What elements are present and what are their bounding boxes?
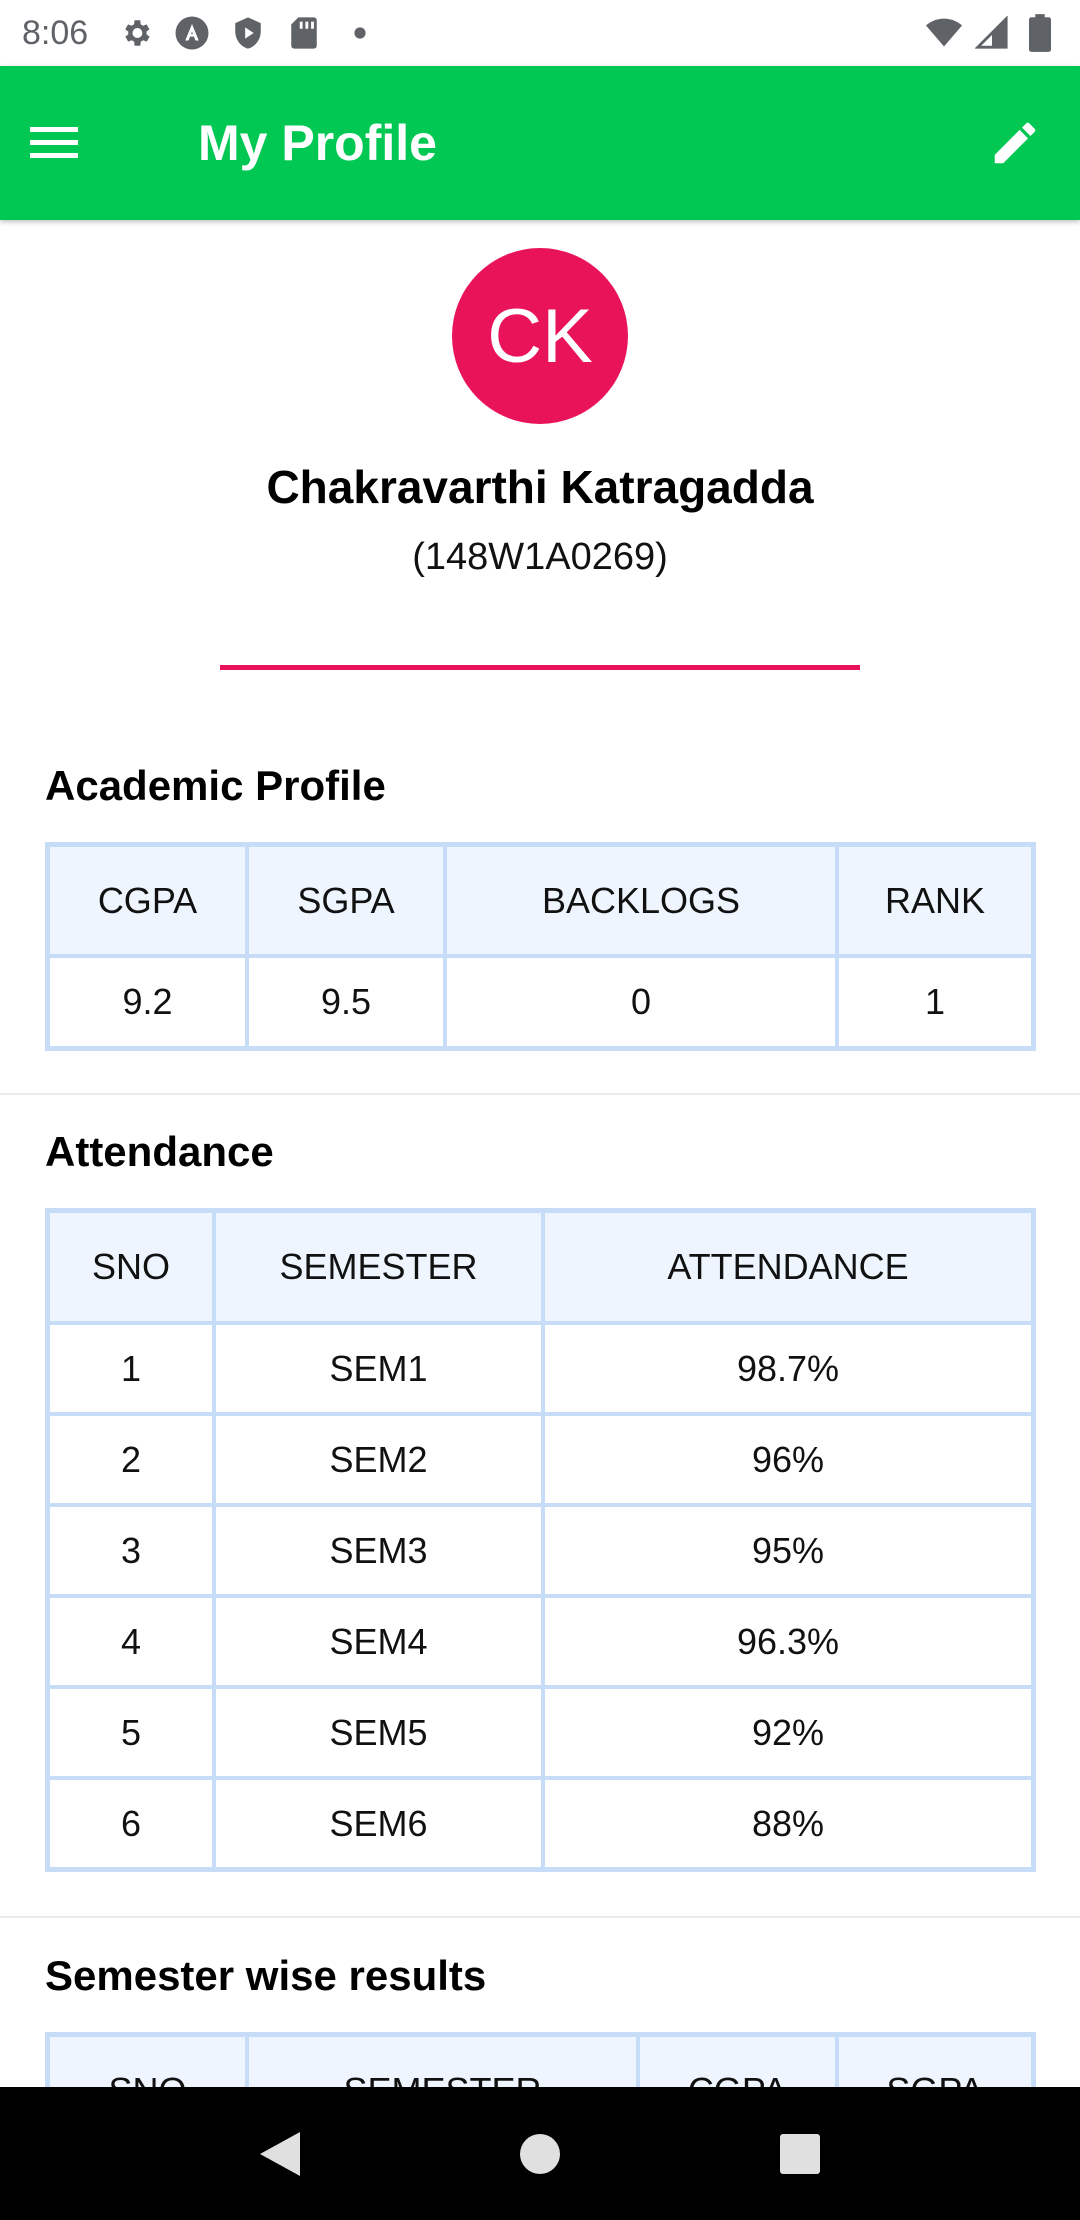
- cell-sno: 6: [48, 1778, 214, 1869]
- table-row: 3 SEM3 95%: [48, 1505, 1033, 1596]
- header-cell: SNO: [48, 1211, 214, 1323]
- battery-icon: [1022, 14, 1058, 52]
- cell-semester: SEM3: [214, 1505, 543, 1596]
- cell-sno: 1: [48, 1323, 214, 1414]
- cell-semester: SEM2: [214, 1414, 543, 1505]
- edit-profile-button[interactable]: [950, 66, 1080, 220]
- header-cell: ATTENDANCE: [543, 1211, 1033, 1323]
- back-button[interactable]: [250, 2124, 310, 2184]
- home-button[interactable]: [510, 2124, 570, 2184]
- section-divider: [0, 1916, 1080, 1918]
- cell-attendance: 88%: [543, 1778, 1033, 1869]
- status-bar: 8:06: [0, 0, 1080, 66]
- header-cell: SGPA: [247, 845, 445, 956]
- cell-semester: SEM6: [214, 1778, 543, 1869]
- table-row: 4 SEM4 96.3%: [48, 1596, 1033, 1687]
- academic-profile-title: Academic Profile: [45, 762, 386, 809]
- backlogs-value: 0: [445, 956, 837, 1048]
- header-cell: RANK: [837, 845, 1033, 956]
- status-time: 8:06: [22, 13, 89, 52]
- cell-sno: 5: [48, 1687, 214, 1778]
- table-row: 2 SEM2 96%: [48, 1414, 1033, 1505]
- semester-results-title: Semester wise results: [45, 1952, 487, 1999]
- table-row: 5 SEM5 92%: [48, 1687, 1033, 1778]
- cell-sno: 2: [48, 1414, 214, 1505]
- academic-profile-table: CGPA SGPA BACKLOGS RANK 9.2 9.5 0 1: [45, 842, 1036, 1051]
- menu-button[interactable]: [0, 66, 108, 220]
- cgpa-value: 9.2: [48, 956, 247, 1048]
- cell-attendance: 96.3%: [543, 1596, 1033, 1687]
- app-bar: My Profile: [0, 66, 1080, 220]
- header-cell: BACKLOGS: [445, 845, 837, 956]
- recents-button[interactable]: [770, 2124, 830, 2184]
- back-icon: [260, 2131, 300, 2176]
- table-row: 9.2 9.5 0 1: [48, 956, 1033, 1048]
- sd-card-icon: [286, 15, 322, 51]
- settings-icon: [118, 15, 154, 51]
- sgpa-value: 9.5: [247, 956, 445, 1048]
- cell-sno: 4: [48, 1596, 214, 1687]
- attendance-title: Attendance: [45, 1128, 274, 1175]
- pencil-edit-icon: [994, 122, 1036, 164]
- table-row: 6 SEM6 88%: [48, 1778, 1033, 1869]
- hamburger-menu-icon: [30, 127, 78, 158]
- table-header-row: SNO SEMESTER ATTENDANCE: [48, 1211, 1033, 1323]
- cell-attendance: 95%: [543, 1505, 1033, 1596]
- dot-icon: [342, 15, 378, 51]
- header-cell: SEMESTER: [214, 1211, 543, 1323]
- profile-id: (148W1A0269): [412, 536, 668, 578]
- section-divider: [0, 1093, 1080, 1095]
- header-cell: CGPA: [48, 845, 247, 956]
- cell-attendance: 96%: [543, 1414, 1033, 1505]
- profile-divider: [220, 665, 860, 670]
- a-circle-icon: [174, 15, 210, 51]
- cell-attendance: 98.7%: [543, 1323, 1033, 1414]
- rank-value: 1: [837, 956, 1033, 1048]
- system-nav-bar: [0, 2087, 1080, 2220]
- shield-play-icon: [230, 15, 266, 51]
- table-header-row: CGPA SGPA BACKLOGS RANK: [48, 845, 1033, 956]
- avatar: CK: [452, 248, 628, 424]
- page-title: My Profile: [198, 115, 437, 171]
- signal-icon: [974, 15, 1010, 51]
- cell-attendance: 92%: [543, 1687, 1033, 1778]
- cell-sno: 3: [48, 1505, 214, 1596]
- home-icon: [520, 2133, 560, 2174]
- profile-name: Chakravarthi Katragadda: [266, 461, 814, 513]
- cell-semester: SEM4: [214, 1596, 543, 1687]
- attendance-table: SNO SEMESTER ATTENDANCE 1 SEM1 98.7% 2 S…: [45, 1208, 1036, 1872]
- table-row: 1 SEM1 98.7%: [48, 1323, 1033, 1414]
- recents-icon: [780, 2133, 820, 2174]
- cell-semester: SEM1: [214, 1323, 543, 1414]
- wifi-icon: [926, 15, 962, 51]
- cell-semester: SEM5: [214, 1687, 543, 1778]
